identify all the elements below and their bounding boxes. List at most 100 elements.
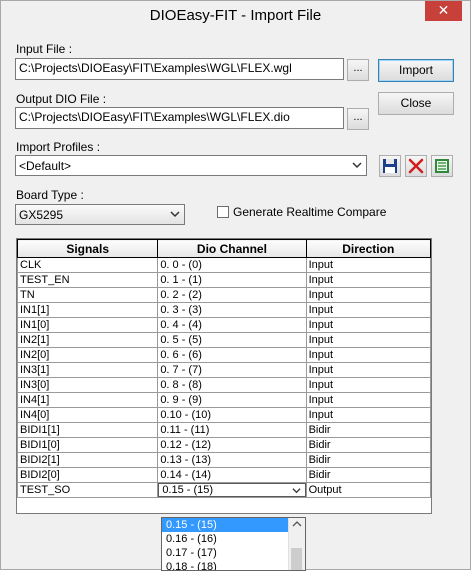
dio-channel-cell[interactable]: 0.10 - (10) <box>157 407 307 423</box>
dio-channel-cell[interactable]: 0. 8 - (8) <box>157 377 307 393</box>
direction-cell[interactable]: Input <box>305 347 431 363</box>
signal-cell[interactable]: IN3[0] <box>17 377 159 393</box>
profile-list-button[interactable] <box>431 155 453 177</box>
dio-channel-cell-editing[interactable]: 0.15 - (15) <box>157 482 307 498</box>
close-button[interactable]: Close <box>378 92 454 115</box>
direction-cell[interactable]: Bidir <box>305 437 431 453</box>
direction-cell[interactable]: Bidir <box>305 467 431 483</box>
import-profiles-select[interactable]: <Default> <box>15 155 367 176</box>
table-row[interactable]: TEST_SO 0.15 - (15) Output <box>17 482 431 498</box>
dio-channel-cell[interactable]: 0. 5 - (5) <box>157 332 307 348</box>
dio-channel-cell[interactable]: 0. 3 - (3) <box>157 302 307 318</box>
direction-cell[interactable]: Input <box>305 332 431 348</box>
signal-cell[interactable]: TN <box>17 287 159 303</box>
realtime-compare-label: Generate Realtime Compare <box>233 205 387 219</box>
scroll-up-arrow-icon[interactable] <box>289 518 305 530</box>
table-row[interactable]: IN1[1] 0. 3 - (3) Input <box>17 302 431 318</box>
signal-cell[interactable]: IN1[0] <box>17 317 159 333</box>
table-row[interactable]: IN3[0] 0. 8 - (8) Input <box>17 377 431 393</box>
signal-cell[interactable]: IN1[1] <box>17 302 159 318</box>
signal-cell[interactable]: IN2[0] <box>17 347 159 363</box>
table-row[interactable]: BIDI2[1] 0.13 - (13) Bidir <box>17 452 431 468</box>
dropdown-option[interactable]: 0.15 - (15) <box>162 518 305 532</box>
direction-cell[interactable]: Input <box>305 377 431 393</box>
dio-channel-cell[interactable]: 0. 4 - (4) <box>157 317 307 333</box>
input-file-label: Input File : <box>16 42 73 56</box>
dropdown-option[interactable]: 0.18 - (18) <box>162 560 305 570</box>
dio-channel-cell[interactable]: 0. 6 - (6) <box>157 347 307 363</box>
signal-cell[interactable]: BIDI2[0] <box>17 467 159 483</box>
direction-cell[interactable]: Input <box>305 272 431 288</box>
dio-channel-cell[interactable]: 0. 7 - (7) <box>157 362 307 378</box>
board-type-select[interactable]: GX5295 <box>15 204 185 225</box>
direction-cell[interactable]: Bidir <box>305 452 431 468</box>
save-profile-button[interactable] <box>379 155 401 177</box>
delete-profile-button[interactable] <box>405 155 427 177</box>
table-row[interactable]: BIDI1[1] 0.11 - (11) Bidir <box>17 422 431 438</box>
dio-channel-cell[interactable]: 0.14 - (14) <box>157 467 307 483</box>
table-row[interactable]: IN2[0] 0. 6 - (6) Input <box>17 347 431 363</box>
direction-cell[interactable]: Input <box>305 257 431 273</box>
dropdown-option[interactable]: 0.17 - (17) <box>162 546 305 560</box>
table-row[interactable]: BIDI1[0] 0.12 - (12) Bidir <box>17 437 431 453</box>
direction-cell[interactable]: Input <box>305 302 431 318</box>
title-bar: DIOEasy-FIT - Import File ✕ <box>1 1 470 32</box>
board-type-value: GX5295 <box>19 208 64 222</box>
import-file-dialog: DIOEasy-FIT - Import File ✕ Input File :… <box>0 0 471 571</box>
direction-cell[interactable]: Input <box>305 362 431 378</box>
import-profiles-label: Import Profiles : <box>16 140 101 154</box>
direction-cell[interactable]: Bidir <box>305 422 431 438</box>
profile-list-icon <box>435 159 449 173</box>
signal-cell[interactable]: IN4[0] <box>17 407 159 423</box>
table-row[interactable]: IN4[1] 0. 9 - (9) Input <box>17 392 431 408</box>
dio-channel-cell[interactable]: 0.12 - (12) <box>157 437 307 453</box>
dio-channel-dropdown-list[interactable]: 0.15 - (15) 0.16 - (16) 0.17 - (17) 0.18… <box>161 517 306 571</box>
table-row[interactable]: CLK 0. 0 - (0) Input <box>17 257 431 273</box>
output-file-label: Output DIO File : <box>16 92 107 106</box>
table-row[interactable]: TN 0. 2 - (2) Input <box>17 287 431 303</box>
dio-channel-cell[interactable]: 0. 0 - (0) <box>157 257 307 273</box>
dio-channel-select[interactable]: 0.15 - (15) <box>158 483 306 497</box>
chevron-down-icon <box>291 488 301 494</box>
signal-cell[interactable]: CLK <box>17 257 159 273</box>
input-file-browse-button[interactable]: ... <box>347 59 369 81</box>
direction-cell[interactable]: Input <box>305 392 431 408</box>
dio-channel-cell[interactable]: 0. 9 - (9) <box>157 392 307 408</box>
signal-cell[interactable]: BIDI1[0] <box>17 437 159 453</box>
scrollbar-thumb[interactable] <box>291 548 302 570</box>
signal-cell[interactable]: IN2[1] <box>17 332 159 348</box>
direction-cell[interactable]: Output <box>305 482 431 498</box>
direction-cell[interactable]: Input <box>305 407 431 423</box>
signal-cell[interactable]: IN3[1] <box>17 362 159 378</box>
dio-channel-cell[interactable]: 0.13 - (13) <box>157 452 307 468</box>
table-row[interactable]: IN1[0] 0. 4 - (4) Input <box>17 317 431 333</box>
signal-cell[interactable]: TEST_EN <box>17 272 159 288</box>
signal-cell[interactable]: BIDI2[1] <box>17 452 159 468</box>
signals-grid: Signals Dio Channel Direction CLK 0. 0 - … <box>16 238 432 514</box>
signal-cell[interactable]: TEST_SO <box>17 482 159 498</box>
direction-cell[interactable]: Input <box>305 317 431 333</box>
table-row[interactable]: IN3[1] 0. 7 - (7) Input <box>17 362 431 378</box>
input-file-field[interactable]: C:\Projects\DIOEasy\FIT\Examples\WGL\FLE… <box>15 58 344 80</box>
column-header-direction[interactable]: Direction <box>305 239 431 258</box>
import-button[interactable]: Import <box>378 59 454 82</box>
dropdown-option[interactable]: 0.16 - (16) <box>162 532 305 546</box>
dio-channel-cell[interactable]: 0. 1 - (1) <box>157 272 307 288</box>
table-row[interactable]: IN2[1] 0. 5 - (5) Input <box>17 332 431 348</box>
output-file-field[interactable]: C:\Projects\DIOEasy\FIT\Examples\WGL\FLE… <box>15 107 344 129</box>
column-header-signals[interactable]: Signals <box>17 239 159 258</box>
output-file-browse-button[interactable]: ... <box>347 108 369 130</box>
table-row[interactable]: TEST_EN 0. 1 - (1) Input <box>17 272 431 288</box>
table-row[interactable]: BIDI2[0] 0.14 - (14) Bidir <box>17 467 431 483</box>
direction-cell[interactable]: Input <box>305 287 431 303</box>
table-row[interactable]: IN4[0] 0.10 - (10) Input <box>17 407 431 423</box>
signal-cell[interactable]: IN4[1] <box>17 392 159 408</box>
dropdown-scrollbar[interactable] <box>288 518 305 570</box>
dio-channel-cell[interactable]: 0. 2 - (2) <box>157 287 307 303</box>
window-close-button[interactable]: ✕ <box>425 1 462 21</box>
signal-cell[interactable]: BIDI1[1] <box>17 422 159 438</box>
import-profiles-value: <Default> <box>19 159 72 173</box>
realtime-compare-checkbox[interactable] <box>217 206 229 218</box>
column-header-dio-channel[interactable]: Dio Channel <box>157 239 307 258</box>
dio-channel-cell[interactable]: 0.11 - (11) <box>157 422 307 438</box>
